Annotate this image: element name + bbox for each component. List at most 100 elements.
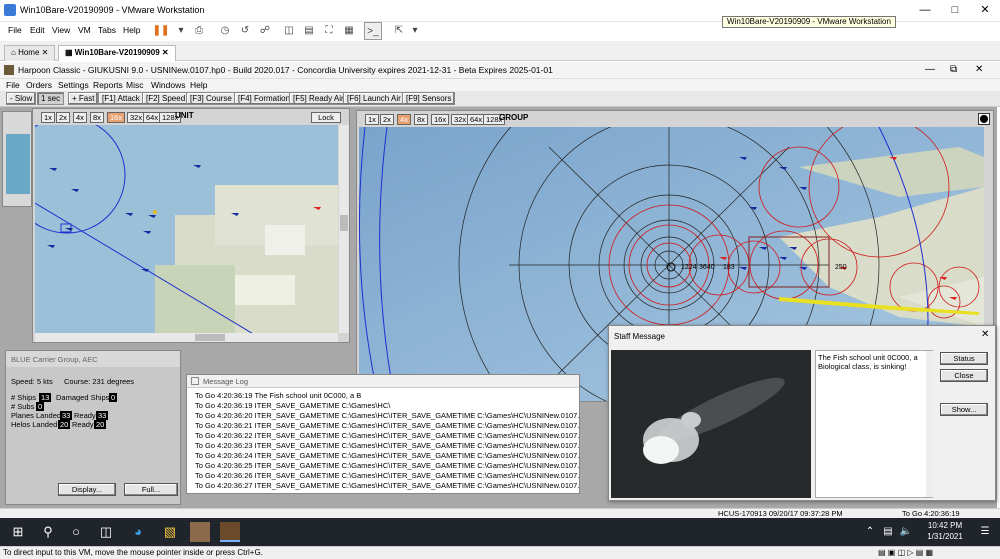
show-button[interactable]: Show...: [940, 403, 988, 416]
game-menu-file[interactable]: File: [6, 80, 20, 90]
scroll-thumb[interactable]: [340, 215, 348, 231]
snapshot-manager-icon[interactable]: ☍: [256, 22, 274, 40]
unit-map[interactable]: [35, 125, 338, 333]
tab-home[interactable]: ⌂ Home ✕: [4, 45, 56, 61]
clock[interactable]: 10:42 PM 1/31/2021: [920, 521, 970, 541]
launch-air-button[interactable]: [F6] Launch Air: [343, 92, 405, 105]
full-button[interactable]: Full...: [124, 483, 178, 496]
message-log-list[interactable]: To Go 4:20:36:19 The Fish school unit 0C…: [187, 389, 579, 493]
search-icon[interactable]: ⚲: [38, 522, 58, 542]
snapshot-icon[interactable]: ◷: [216, 22, 234, 40]
fullscreen-icon[interactable]: ⛶: [320, 22, 338, 40]
scroll-thumb[interactable]: [195, 334, 225, 341]
task-view-icon[interactable]: ◫: [96, 522, 116, 542]
unity-icon[interactable]: ▦: [340, 22, 358, 40]
close-icon[interactable]: ✕: [970, 0, 1000, 20]
revert-snapshot-icon[interactable]: ↺: [236, 22, 254, 40]
message-log-line: To Go 4:20:36:24 ITER_SAVE_GAMETIME C:\G…: [195, 451, 579, 460]
course-button[interactable]: [F3] Course: [186, 92, 236, 105]
planes-ready-box: 33: [96, 411, 109, 420]
thumbnail-icon[interactable]: ▤: [300, 22, 318, 40]
console-view-icon[interactable]: >_: [364, 22, 382, 40]
harpoon-app-icon[interactable]: [220, 522, 240, 542]
volume-icon[interactable]: 🔈: [896, 522, 916, 542]
send-ctrl-alt-del-icon[interactable]: ⎙: [190, 22, 208, 40]
display-button[interactable]: Display...: [58, 483, 116, 496]
game-menu-help[interactable]: Help: [190, 80, 207, 90]
time-step-button[interactable]: 1 sec: [37, 92, 65, 105]
fast-button[interactable]: + Fast: [68, 92, 99, 105]
damaged-value-box: 0: [109, 393, 118, 402]
slow-button[interactable]: - Slow: [6, 92, 37, 105]
group-zoom-2x[interactable]: 2x: [380, 114, 394, 125]
menu-edit[interactable]: Edit: [30, 25, 45, 35]
unit-zoom-2x[interactable]: 2x: [56, 112, 70, 123]
windows-start-icon[interactable]: ⊞: [8, 522, 28, 542]
unit-zoom-4x[interactable]: 4x: [73, 112, 87, 123]
group-zoom-4x[interactable]: 4x: [397, 114, 411, 125]
group-zoom-1x[interactable]: 1x: [365, 114, 379, 125]
windows-taskbar: ⊞ ⚲ ○ ◫ ◕ ▧ ⌃ ▤ 🔈 10:42 PM 1/31/2021 ☰: [0, 518, 1000, 546]
app-icon[interactable]: [190, 522, 210, 542]
dropdown-icon[interactable]: ▾: [406, 22, 424, 40]
game-menu-settings[interactable]: Settings: [58, 80, 89, 90]
minimize-icon[interactable]: —: [925, 64, 935, 75]
maximize-icon[interactable]: □: [940, 0, 970, 20]
menu-file[interactable]: File: [8, 25, 22, 35]
lock-button[interactable]: Lock: [311, 112, 341, 123]
status-button[interactable]: Status: [940, 352, 988, 365]
staff-text-scrollbar[interactable]: [926, 351, 933, 497]
minimize-icon[interactable]: —: [910, 0, 940, 20]
tray-chevron-icon[interactable]: ⌃: [860, 522, 880, 542]
sensors-button[interactable]: [F9] Sensors: [402, 92, 456, 105]
unit-map-vscroll[interactable]: [339, 125, 349, 333]
formation-button[interactable]: [F4] Formation: [234, 92, 295, 105]
group-speed: Speed: 5 kts: [11, 377, 53, 386]
message-log-line: To Go 4:20:36:21 ITER_SAVE_GAMETIME C:\G…: [195, 421, 579, 430]
close-button[interactable]: Close: [940, 369, 988, 382]
task-view-icon[interactable]: ○: [66, 522, 86, 542]
menu-view[interactable]: View: [52, 25, 70, 35]
close-icon[interactable]: ✕: [981, 329, 989, 340]
game-menu-orders[interactable]: Orders: [26, 80, 52, 90]
unit-zoom-1x[interactable]: 1x: [41, 112, 55, 123]
group-zoom-16x[interactable]: 16x: [431, 114, 450, 125]
ships-label: # Ships: [11, 393, 37, 402]
game-menu-misc[interactable]: Misc: [126, 80, 143, 90]
restore-icon[interactable]: ⧉: [950, 64, 957, 75]
group-range-label: 183: [723, 264, 735, 271]
game-menu-reports[interactable]: Reports: [93, 80, 123, 90]
menu-help[interactable]: Help: [123, 25, 140, 35]
close-icon[interactable]: ✕: [975, 64, 983, 75]
edge-browser-icon[interactable]: ◕: [128, 522, 148, 542]
game-menu-windows[interactable]: Windows: [151, 80, 185, 90]
group-course: Course: 231 degrees: [64, 377, 135, 386]
notification-icon[interactable]: ☰: [975, 522, 995, 542]
menu-tabs[interactable]: Tabs: [98, 25, 116, 35]
speed-button[interactable]: [F2] Speed: [142, 92, 190, 105]
tab-vm[interactable]: ▦ Win10Bare-V20190909 ✕: [58, 45, 176, 61]
staff-message-text-box: The Fish school unit 0C000, a Biological…: [815, 350, 933, 498]
file-explorer-icon[interactable]: ▧: [160, 522, 180, 542]
device-icons[interactable]: ▤ ▣ ◫ ▷ ▤ ▦: [878, 548, 933, 557]
unit-zoom-16x[interactable]: 16x: [107, 112, 126, 123]
dropdown-icon[interactable]: ▾: [172, 22, 190, 40]
group-map-menu-icon[interactable]: ⬤: [978, 113, 990, 125]
pause-icon[interactable]: ❚❚: [152, 22, 170, 40]
library-icon[interactable]: ◫: [280, 22, 298, 40]
network-icon[interactable]: ▤: [878, 522, 898, 542]
unit-map-hscroll[interactable]: [35, 333, 338, 342]
attack-button[interactable]: [F1] Attack: [98, 92, 144, 105]
helos-landed-value: 20: [58, 420, 71, 429]
message-log-line: To Go 4:20:36:25 ITER_SAVE_GAMETIME C:\G…: [195, 461, 579, 470]
message-log-line: To Go 4:20:36:26 ITER_SAVE_GAMETIME C:\G…: [195, 471, 579, 480]
menu-vm[interactable]: VM: [78, 25, 91, 35]
group-name: BLUE Carrier Group, AEC: [11, 355, 98, 364]
tab-home-label: Home: [18, 48, 40, 57]
group-zoom-8x[interactable]: 8x: [414, 114, 428, 125]
ready-air-button[interactable]: [F5] Ready Air: [289, 92, 348, 105]
planes-landed-label: Planes Landed: [11, 411, 62, 420]
unit-zoom-8x[interactable]: 8x: [90, 112, 104, 123]
unit-map-label: UNIT: [175, 111, 194, 120]
unit-map-window: 1x 2x 4x 8x 16x 32x 64x 128x UNIT Lock: [32, 108, 350, 343]
